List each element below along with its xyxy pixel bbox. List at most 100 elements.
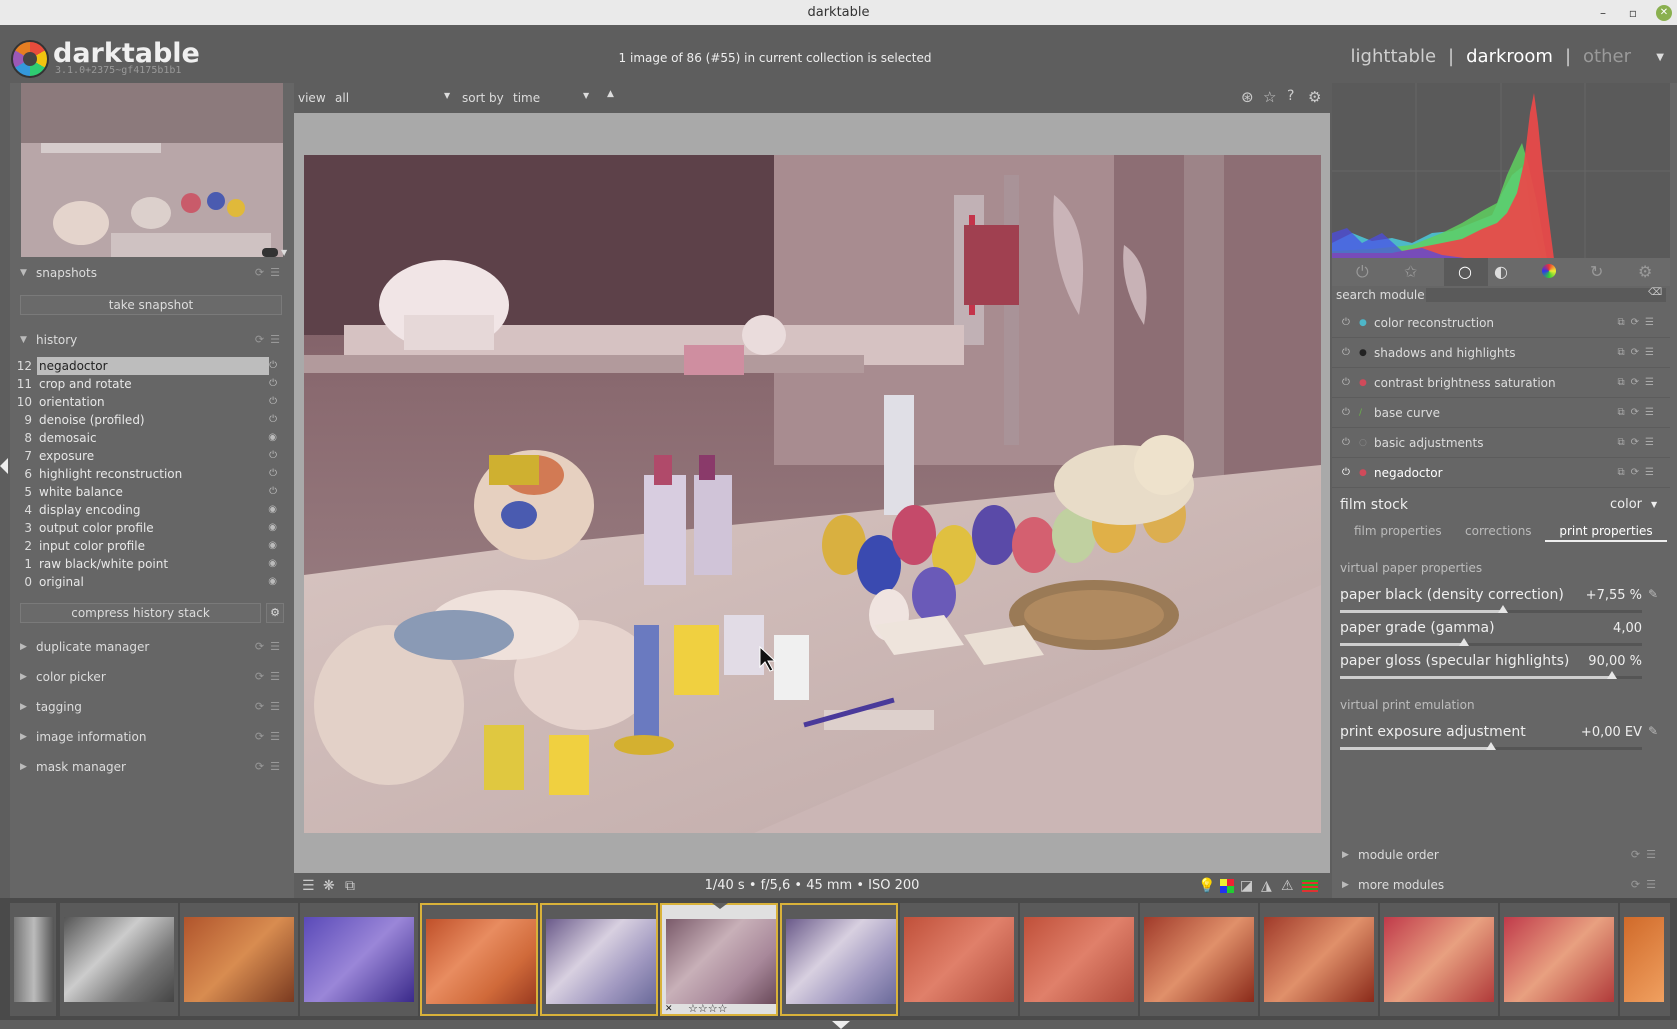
history-header[interactable]: ▼ history ⟳☰ [10,327,294,353]
softproof-icon[interactable] [1220,879,1234,893]
tab-film-properties[interactable]: film properties [1354,524,1442,538]
filmstrip-thumb[interactable] [1020,903,1138,1016]
color-group-icon[interactable] [1542,264,1556,278]
power-icon[interactable]: ⏻ [1342,338,1350,368]
more-modules-header[interactable]: ▶ more modules ⟳☰ [1332,872,1670,898]
restore-icon[interactable]: ▫ [1625,5,1641,21]
view-other[interactable]: other [1583,46,1631,67]
slider-thumb[interactable] [1486,742,1496,750]
reset-presets-icons[interactable]: ⟳☰ [255,260,286,286]
chevron-down-icon[interactable]: ▼ [583,91,589,100]
filmstrip-thumb[interactable] [420,903,538,1016]
filmstrip-thumb[interactable] [300,903,418,1016]
view-darkroom[interactable]: darkroom [1466,46,1553,67]
tab-print-properties[interactable]: print properties [1545,524,1667,542]
overexposed-icon[interactable] [1302,880,1318,892]
module-image-information[interactable]: ▶ image information ⟳☰ [10,724,294,750]
history-item[interactable]: 8 demosaic ◉ [12,429,282,447]
chevron-down-icon[interactable]: ▼ [1651,500,1657,509]
history-item[interactable]: 0 original ◉ [12,573,282,591]
filmstrip-thumb[interactable] [540,903,658,1016]
power-icon[interactable]: ⏻ [1342,368,1350,398]
filmstrip-thumb[interactable] [1140,903,1258,1016]
slider-thumb[interactable] [1498,605,1508,613]
slider-thumb[interactable] [1607,671,1617,679]
minimize-icon[interactable]: – [1595,5,1611,21]
history-item[interactable]: 9 denoise (profiled) ⏻ [12,411,282,429]
module-base-curve[interactable]: ⏻ / base curve ⧉⟳☰ [1332,398,1670,428]
filmstrip-thumb[interactable] [1500,903,1618,1016]
filmstrip-thumb[interactable] [1380,903,1498,1016]
reset-presets-icons[interactable]: ⟳☰ [255,754,286,780]
correct-group-icon[interactable]: ↻ [1590,262,1603,281]
module-shadows-highlights[interactable]: ⏻ ● shadows and highlights ⧉⟳☰ [1332,338,1670,368]
reset-presets-icons[interactable]: ⟳☰ [255,327,286,353]
collapse-bottom-icon[interactable] [832,1021,850,1029]
paper-black-slider[interactable] [1340,605,1642,613]
snapshots-header[interactable]: ▼ snapshots ⟳☰ [10,260,294,286]
sort-order-icon[interactable]: ▲ [607,89,614,99]
iso12646-icon[interactable]: 💡 [1198,873,1215,899]
focus-peaking-icon[interactable]: ◮ [1261,873,1272,899]
power-icon[interactable]: ⏻ [1342,428,1350,458]
history-item[interactable]: 3 output color profile ◉ [12,519,282,537]
clear-search-icon[interactable]: ⌫ [1648,287,1662,298]
quick-access-icon[interactable]: ☰ [302,873,315,899]
color-picker-icon[interactable]: ✎ [1648,724,1658,738]
history-item[interactable]: 5 white balance ⏻ [12,483,282,501]
module-actions-icons[interactable]: ⧉⟳☰ [1618,458,1660,488]
star-icon[interactable]: ☆ [1263,88,1276,106]
warning-icon[interactable]: ⚠ [1281,873,1294,899]
styles-icon[interactable]: ❋ [323,873,335,899]
tab-corrections[interactable]: corrections [1465,524,1532,538]
tone-group-icon[interactable]: ◐ [1494,262,1508,281]
favorites-icon[interactable]: ✩ [1404,262,1417,281]
reject-icon[interactable]: ✕ [665,1004,673,1014]
module-actions-icons[interactable]: ⧉⟳☰ [1618,368,1660,398]
module-actions-icons[interactable]: ⧉⟳☰ [1618,398,1660,428]
filmstrip-thumb[interactable] [900,903,1018,1016]
print-exposure-slider[interactable] [1340,742,1642,750]
module-color-reconstruction[interactable]: ⏻ ● color reconstruction ⧉⟳☰ [1332,308,1670,338]
module-mask-manager[interactable]: ▶ mask manager ⟳☰ [10,754,294,780]
power-icon[interactable]: ⏻ [1342,458,1350,488]
history-item[interactable]: 10 orientation ⏻ [12,393,282,411]
history-item[interactable]: 11 crop and rotate ⏻ [12,375,282,393]
module-negadoctor[interactable]: ⏻ ● negadoctor ⧉⟳☰ [1332,458,1670,488]
gear-icon[interactable]: ⚙ [1308,88,1321,106]
color-picker-icon[interactable]: ✎ [1648,587,1658,601]
history-item[interactable]: 1 raw black/white point ◉ [12,555,282,573]
take-snapshot-button[interactable]: take snapshot [20,295,282,315]
history-item[interactable]: 2 input color profile ◉ [12,537,282,555]
module-actions-icons[interactable]: ⧉⟳☰ [1618,308,1660,338]
main-image[interactable] [304,155,1321,833]
module-basic-adjustments[interactable]: ⏻ ○ basic adjustments ⧉⟳☰ [1332,428,1670,458]
grouping-icon[interactable]: ⊛ [1241,88,1254,106]
compress-history-button[interactable]: compress history stack [20,603,261,623]
reset-presets-icons[interactable]: ⟳☰ [255,664,286,690]
reset-presets-icons[interactable]: ⟳☰ [255,724,286,750]
module-duplicate-manager[interactable]: ▶ duplicate manager ⟳☰ [10,634,294,660]
reset-presets-icons[interactable]: ⟳☰ [1631,842,1662,868]
filmstrip-thumb-current[interactable]: ✕ ☆☆☆☆ [660,903,778,1016]
help-icon[interactable]: ? [1287,88,1294,104]
module-contrast-brightness-saturation[interactable]: ⏻ ● contrast brightness saturation ⧉⟳☰ [1332,368,1670,398]
filmstrip-thumb[interactable] [1620,903,1670,1016]
histogram[interactable] [1332,83,1670,259]
history-item[interactable]: 7 exposure ⏻ [12,447,282,465]
view-select[interactable]: all [335,91,349,105]
reset-presets-icons[interactable]: ⟳☰ [1631,872,1662,898]
view-lighttable[interactable]: lighttable [1351,46,1436,67]
create-style-icon[interactable]: ⚙ [266,603,284,623]
filmstrip-thumb[interactable] [180,903,298,1016]
gamut-check-icon[interactable]: ◪ [1240,873,1253,899]
power-icon[interactable]: ⏻ [1342,398,1350,428]
views-dropdown-icon[interactable]: ▼ [1656,52,1664,63]
power-icon[interactable]: ⏻ [1342,308,1350,338]
module-color-picker[interactable]: ▶ color picker ⟳☰ [10,664,294,690]
filmstrip-thumb[interactable] [1260,903,1378,1016]
effect-group-icon[interactable]: ⚙ [1638,262,1652,281]
thumbnail-dropdown-icon[interactable]: ▼ [281,248,287,257]
history-item[interactable]: 4 display encoding ◉ [12,501,282,519]
active-modules-icon[interactable]: ⏻ [1356,262,1369,282]
